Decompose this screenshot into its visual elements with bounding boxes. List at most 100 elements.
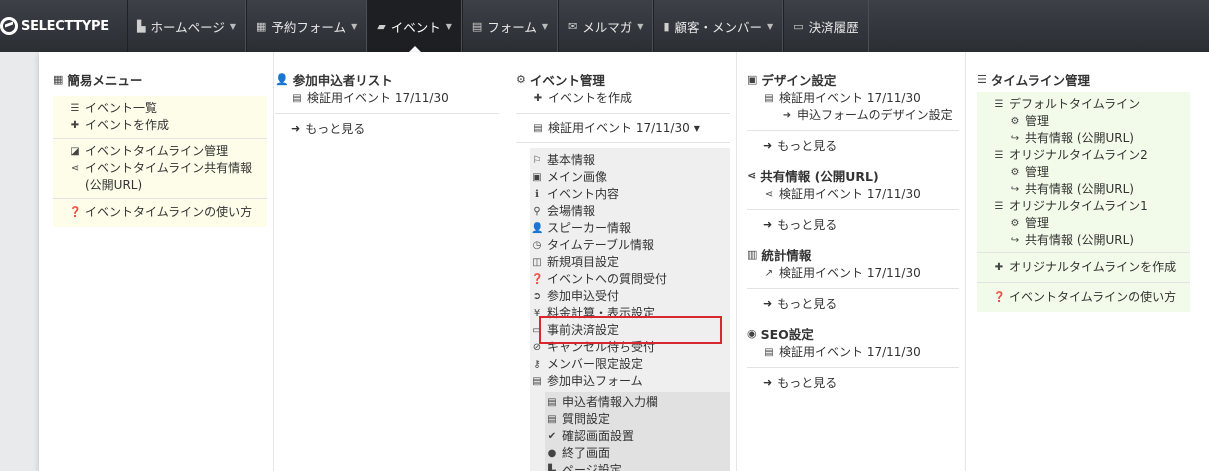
column-divider <box>736 52 737 471</box>
divider <box>516 113 730 114</box>
nav-event[interactable]: ▰ イベント ▼ <box>367 0 462 53</box>
arrow-right-icon: ➜ <box>763 297 773 310</box>
participants-event-link[interactable]: ▤ 検証用イベント 17/11/30 <box>275 90 499 107</box>
item-label: イベントを作成 <box>85 118 170 132</box>
title-text: デザイン設定 <box>761 72 837 88</box>
timeline-original-2[interactable]: ☰ オリジナルタイムライン2 <box>993 147 1190 164</box>
caret-down-icon: ▼ <box>767 21 774 31</box>
share-event-link[interactable]: ⋖ 検証用イベント 17/11/30 <box>747 186 959 203</box>
plus-icon: ✚ <box>70 120 80 131</box>
item-label: 検証用イベント 17/11/30 <box>779 91 921 105</box>
globe-icon: ◉ <box>747 326 757 340</box>
timeline-create-link[interactable]: ✚ オリジナルタイムラインを作成 <box>993 259 1190 276</box>
question-circle-icon: ❓ <box>531 274 544 285</box>
form-setting-confirm-screen[interactable]: ✔ 確認画面設置 <box>546 428 730 445</box>
timeline-original-1-manage[interactable]: ⚙ 管理 <box>993 215 1190 232</box>
nav-homepage[interactable]: ▙ ホームページ ▼ <box>127 0 247 52</box>
form-setting-questions[interactable]: ▤ 質問設定 <box>546 411 730 428</box>
timeline-default-manage[interactable]: ⚙ 管理 <box>993 113 1190 130</box>
credit-card-icon: ▭ <box>793 19 804 33</box>
form-setting-complete-screen[interactable]: ● 終了画面 <box>546 445 730 462</box>
event-create-link[interactable]: ✚ イベントを作成 <box>516 90 730 107</box>
seo-more-link[interactable]: ➜ もっと見る <box>747 374 959 391</box>
stats-more-link[interactable]: ➜ もっと見る <box>747 295 959 312</box>
item-label: タイムテーブル情報 <box>547 238 655 252</box>
item-label: 基本情報 <box>547 153 596 167</box>
nav-payment-history[interactable]: ▭ 決済履歴 <box>783 0 869 52</box>
menu-item-timeline-share-url[interactable]: (公開URL) <box>69 177 267 194</box>
item-label: メンバー限定設定 <box>547 357 644 371</box>
setting-timetable[interactable]: ◷ タイムテーブル情報 <box>531 237 730 254</box>
nav-customers-members[interactable]: ▮ 顧客・メンバー ▼ <box>653 0 784 52</box>
arrow-right-icon: ➜ <box>291 122 301 135</box>
check-circle-icon: ✔ <box>547 431 557 442</box>
setting-venue[interactable]: ⚲ 会場情報 <box>531 203 730 220</box>
nav-label: メルマガ <box>582 19 633 35</box>
question-circle-icon: ❓ <box>69 207 82 218</box>
timeline-original-1-share[interactable]: ↪ 共有情報 (公開URL) <box>993 232 1190 249</box>
list-alt-icon: ▤ <box>292 93 302 104</box>
nav-label: 決済履歴 <box>808 19 859 35</box>
share-alt-icon: ⋖ <box>747 168 757 182</box>
caret-down-icon: ▼ <box>541 21 549 31</box>
item-label: 参加申込フォーム <box>547 374 643 388</box>
participants-more-link[interactable]: ➜ もっと見る <box>275 120 499 137</box>
event-dropdown-toggle[interactable]: ▤ 検証用イベント 17/11/30 ▼ <box>516 120 730 137</box>
brand-logo[interactable]: SELECTTYPE <box>0 0 127 52</box>
setting-application[interactable]: ➲ 参加申込受付 <box>531 288 730 305</box>
setting-event-content[interactable]: ℹ イベント内容 <box>531 186 730 203</box>
picture-icon: ▣ <box>532 172 542 183</box>
caret-down-icon: ▼ <box>229 21 237 31</box>
book-icon: ▮ <box>663 19 670 33</box>
more-label: もっと見る <box>777 376 838 390</box>
setting-questions[interactable]: ❓ イベントへの質問受付 <box>531 271 730 288</box>
item-label: イベントへの質問受付 <box>547 272 668 286</box>
more-label: もっと見る <box>305 122 366 136</box>
item-label: 検証用イベント 17/11/30 <box>779 345 921 359</box>
design-more-link[interactable]: ➜ もっと見る <box>747 137 959 154</box>
question-circle-icon: ❓ <box>993 292 1006 303</box>
menu-item-timeline-howto[interactable]: ❓ イベントタイムラインの使い方 <box>69 204 267 221</box>
divider <box>747 288 959 289</box>
item-label: イベントタイムラインの使い方 <box>85 205 253 219</box>
nav-label: 顧客・メンバー <box>674 19 763 35</box>
timeline-default[interactable]: ☰ デフォルトタイムライン <box>993 96 1190 113</box>
seo-event-link[interactable]: ▤ 検証用イベント 17/11/30 <box>747 344 959 361</box>
setting-speakers[interactable]: 👤 スピーカー情報 <box>531 220 730 237</box>
form-setting-page[interactable]: ▙ ページ設定 <box>546 462 730 471</box>
setting-member-only[interactable]: ⚷ メンバー限定設定 <box>531 356 730 373</box>
form-setting-applicant-fields[interactable]: ▤ 申込者情報入力欄 <box>546 394 730 411</box>
nav-form[interactable]: ▤ フォーム ▼ <box>461 0 559 52</box>
menu-item-event-list[interactable]: ☰ イベント一覧 <box>69 100 267 117</box>
nav-reservation-form[interactable]: ▦ 予約フォーム ▼ <box>246 0 368 52</box>
share-icon: ↪ <box>1010 184 1020 195</box>
list-icon: ☰ <box>994 201 1004 212</box>
list-icon: ☰ <box>977 72 987 86</box>
timeline-howto-link[interactable]: ❓ イベントタイムラインの使い方 <box>993 289 1190 306</box>
item-label: 共有情報 (公開URL) <box>1025 233 1134 247</box>
setting-main-image[interactable]: ▣ メイン画像 <box>531 169 730 186</box>
timeline-default-share[interactable]: ↪ 共有情報 (公開URL) <box>993 130 1190 147</box>
design-title: ▣ デザイン設定 <box>747 70 959 88</box>
timeline-original-1[interactable]: ☰ オリジナルタイムライン1 <box>993 198 1190 215</box>
divider <box>275 113 499 114</box>
nav-mailmag[interactable]: ✉ メルマガ ▼ <box>558 0 654 52</box>
setting-new-fields[interactable]: ◫ 新規項目設定 <box>531 254 730 271</box>
share-more-link[interactable]: ➜ もっと見る <box>747 216 959 233</box>
item-label: 会場情報 <box>547 204 596 218</box>
timeline-original-2-manage[interactable]: ⚙ 管理 <box>993 164 1190 181</box>
setting-application-form[interactable]: ▤ 参加申込フォーム <box>531 373 730 390</box>
nav-label: ホームページ <box>150 19 225 35</box>
nav-label: イベント <box>390 19 441 35</box>
timeline-title: ☰ タイムライン管理 <box>977 70 1190 88</box>
design-event-link[interactable]: ▤ 検証用イベント 17/11/30 <box>747 90 959 107</box>
timeline-original-2-share[interactable]: ↪ 共有情報 (公開URL) <box>993 181 1190 198</box>
menu-item-timeline-share[interactable]: ⋖ イベントタイムライン共有情報 <box>69 160 267 177</box>
gear-icon: ⚙ <box>1010 167 1020 178</box>
setting-basic-info[interactable]: ⚐ 基本情報 <box>531 152 730 169</box>
design-form-link[interactable]: ➜ 申込フォームのデザイン設定 <box>747 107 959 124</box>
list-alt-icon: ▤ <box>471 19 483 33</box>
stats-event-link[interactable]: ↗ 検証用イベント 17/11/30 <box>747 265 959 282</box>
menu-item-create-event[interactable]: ✚ イベントを作成 <box>69 117 267 134</box>
menu-item-timeline-manage[interactable]: ◪ イベントタイムライン管理 <box>69 143 267 160</box>
